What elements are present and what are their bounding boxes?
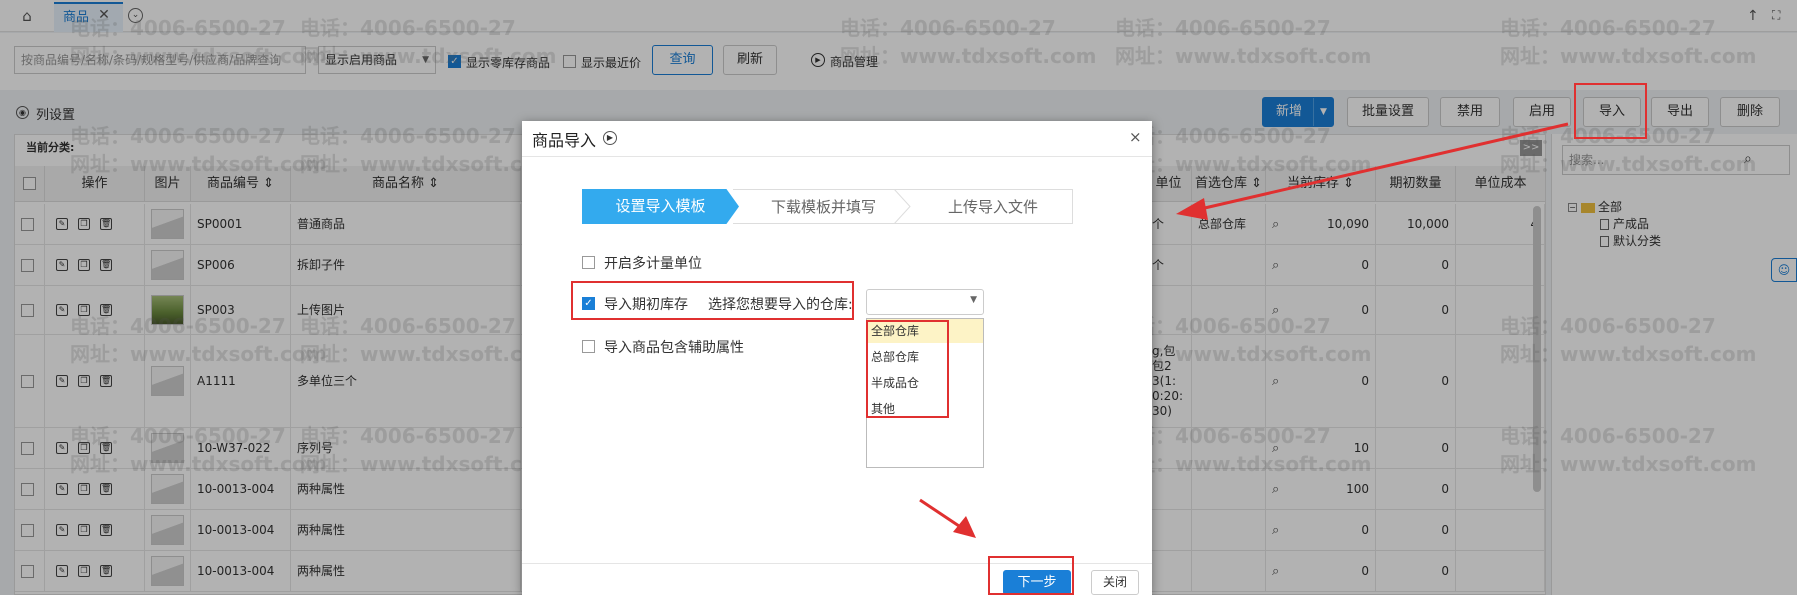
arrowhead-left	[1176, 198, 1208, 220]
annotation-arrows	[919, 122, 1569, 538]
arrow-to-unit-column	[1195, 122, 1569, 212]
arrow-to-next-button	[919, 498, 966, 532]
arrowhead-down	[953, 516, 976, 538]
